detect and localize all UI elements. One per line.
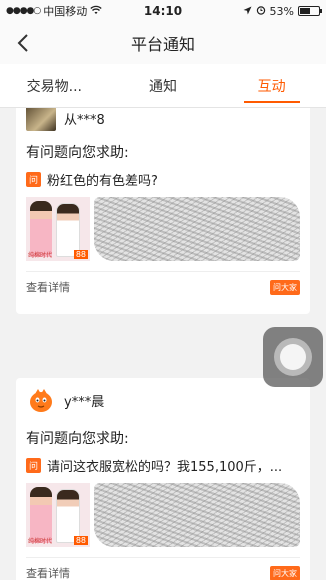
card-body: 有问题向您求助: 问 粉红色的有色差吗? 纯棉时代 88 [16,142,310,272]
assistive-touch-icon [274,338,312,376]
tab-notifications[interactable]: 通知 [109,64,218,107]
redacted-area [94,197,300,261]
location-icon [243,5,252,18]
message-card[interactable]: y***晨 有问题向您求助: 问 请问这衣服宽松的吗？我155,100斤，...… [16,378,310,580]
card-header: y***晨 [16,378,310,422]
product-thumbnail[interactable]: 纯棉时代 88 [26,483,90,547]
card-header: 从***8 [16,108,310,136]
status-bar: ●●●●○ 中国移动 14:10 53% [0,0,326,22]
nav-bar: 平台通知 [0,22,326,64]
product-thumbnail[interactable]: 纯棉时代 88 [26,197,90,261]
question-badge: 问 [26,172,41,187]
ask-everyone-button[interactable]: 问大家 [270,279,300,295]
help-title: 有问题向您求助: [26,145,129,161]
thumbnail-tag: 纯棉时代 [28,252,53,259]
question-text: 粉红色的有色差吗? [47,174,158,189]
help-title: 有问题向您求助: [26,431,129,447]
carrier-label: 中国移动 [43,5,88,18]
card-body: 有问题向您求助: 问 请问这衣服宽松的吗？我155,100斤，... 纯棉时代 … [16,428,310,558]
back-button[interactable] [10,30,36,56]
status-right: 53% [200,4,322,18]
signal-icon: ●●●●○ [6,6,41,16]
card-footer: 查看详情 问大家 [16,558,310,580]
question-text: 请问这衣服宽松的吗？我155,100斤，... [47,460,283,475]
page-title: 平台通知 [130,35,195,54]
product-row[interactable]: 纯棉时代 88 [26,483,300,547]
battery-icon [298,6,322,16]
redacted-area [94,483,300,547]
cartoon-avatar-icon [30,389,52,412]
product-row[interactable]: 纯棉时代 88 [26,197,300,261]
status-left: ●●●●○ 中国移动 [6,3,126,19]
avatar [26,385,56,415]
thumbnail-price: 88 [73,250,88,259]
view-details-link[interactable]: 查看详情 [26,565,70,580]
tab-transactions[interactable]: 交易物... [0,64,109,107]
username: y***晨 [64,394,105,410]
battery-percent: 53% [269,4,294,18]
question-badge: 问 [26,458,41,473]
clock: 14:10 [143,4,183,18]
tab-interaction[interactable]: 互动 [217,64,326,107]
message-card[interactable]: 从***8 有问题向您求助: 问 粉红色的有色差吗? 纯棉时代 88 查看详情 … [16,108,310,314]
thumbnail-price: 88 [73,536,88,545]
assistive-touch-button[interactable] [263,327,323,387]
chevron-left-icon [17,34,28,52]
ask-everyone-button[interactable]: 问大家 [270,565,300,580]
question-line[interactable]: 问 请问这衣服宽松的吗？我155,100斤，... [26,456,300,475]
avatar [26,108,56,131]
card-footer: 查看详情 问大家 [16,272,310,302]
question-line[interactable]: 问 粉红色的有色差吗? [26,170,300,189]
thumbnail-tag: 纯棉时代 [28,538,53,545]
username: 从***8 [64,112,105,128]
view-details-link[interactable]: 查看详情 [26,279,70,295]
wifi-icon [90,5,102,18]
tab-bar: 交易物... 通知 互动 [0,64,326,108]
alarm-icon [256,5,266,18]
